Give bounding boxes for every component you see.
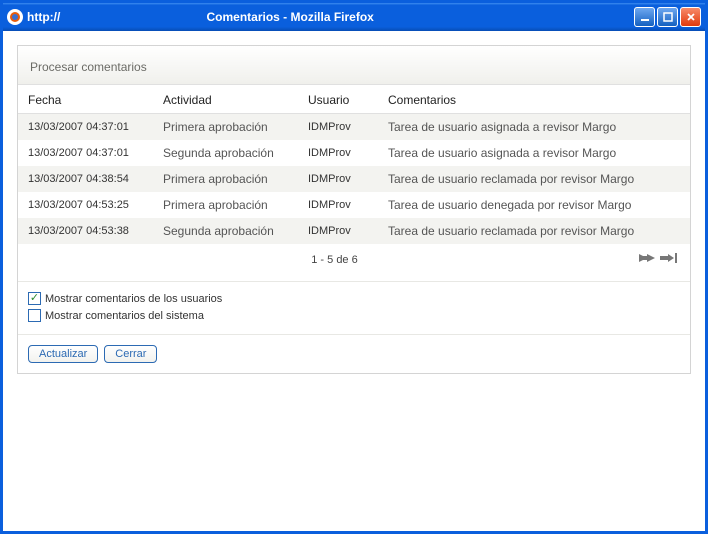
panel-title: Procesar comentarios (18, 46, 690, 85)
table-row: 13/03/2007 04:53:38Segunda aprobaciónIDM… (18, 218, 690, 244)
cell-usuario: IDMProv (298, 114, 378, 141)
window-controls (634, 7, 701, 27)
next-page-icon[interactable] (639, 252, 655, 267)
check-system-comments-row: Mostrar comentarios del sistema (28, 309, 680, 322)
pager-text: 1 - 5 de 6 (30, 254, 639, 266)
browser-window: http:// Comentarios - Mozilla Firefox Pr… (0, 0, 708, 534)
cell-fecha: 13/03/2007 04:37:01 (18, 114, 153, 141)
cell-comentario: Tarea de usuario reclamada por revisor M… (378, 166, 690, 192)
maximize-button[interactable] (657, 7, 678, 27)
cell-fecha: 13/03/2007 04:53:38 (18, 218, 153, 244)
minimize-button[interactable] (634, 7, 655, 27)
client-area: Procesar comentarios Fecha Actividad Usu… (3, 31, 705, 531)
cell-usuario: IDMProv (298, 140, 378, 166)
action-buttons: Actualizar Cerrar (18, 335, 690, 373)
cell-comentario: Tarea de usuario asignada a revisor Marg… (378, 114, 690, 141)
cell-comentario: Tarea de usuario denegada por revisor Ma… (378, 192, 690, 218)
close-button[interactable] (680, 7, 701, 27)
cell-actividad: Segunda aprobación (153, 218, 298, 244)
column-header-fecha: Fecha (18, 85, 153, 114)
column-header-comentarios: Comentarios (378, 85, 690, 114)
pager: 1 - 5 de 6 (18, 244, 690, 282)
table-row: 13/03/2007 04:37:01Primera aprobaciónIDM… (18, 114, 690, 141)
check-system-comments[interactable] (28, 309, 41, 322)
comments-table: Fecha Actividad Usuario Comentarios 13/0… (18, 85, 690, 244)
cell-actividad: Primera aprobación (153, 166, 298, 192)
cell-fecha: 13/03/2007 04:38:54 (18, 166, 153, 192)
cell-actividad: Primera aprobación (153, 114, 298, 141)
cell-usuario: IDMProv (298, 218, 378, 244)
cell-actividad: Primera aprobación (153, 192, 298, 218)
table-row: 13/03/2007 04:53:25Primera aprobaciónIDM… (18, 192, 690, 218)
titlebar-url: http:// (27, 10, 60, 24)
last-page-icon[interactable] (660, 252, 678, 267)
window-title: Comentarios - Mozilla Firefox (66, 10, 634, 24)
filter-checks: Mostrar comentarios de los usuarios Most… (18, 282, 690, 335)
cell-fecha: 13/03/2007 04:53:25 (18, 192, 153, 218)
cell-usuario: IDMProv (298, 166, 378, 192)
check-user-comments[interactable] (28, 292, 41, 305)
comments-panel: Procesar comentarios Fecha Actividad Usu… (17, 45, 691, 374)
check-system-comments-label: Mostrar comentarios del sistema (45, 310, 204, 322)
check-user-comments-row: Mostrar comentarios de los usuarios (28, 292, 680, 305)
cell-actividad: Segunda aprobación (153, 140, 298, 166)
cell-comentario: Tarea de usuario asignada a revisor Marg… (378, 140, 690, 166)
table-row: 13/03/2007 04:38:54Primera aprobaciónIDM… (18, 166, 690, 192)
column-header-usuario: Usuario (298, 85, 378, 114)
comments-tbody: 13/03/2007 04:37:01Primera aprobaciónIDM… (18, 114, 690, 245)
refresh-button[interactable]: Actualizar (28, 345, 98, 363)
cell-usuario: IDMProv (298, 192, 378, 218)
column-header-actividad: Actividad (153, 85, 298, 114)
titlebar: http:// Comentarios - Mozilla Firefox (3, 3, 705, 31)
check-user-comments-label: Mostrar comentarios de los usuarios (45, 293, 222, 305)
cell-fecha: 13/03/2007 04:37:01 (18, 140, 153, 166)
cell-comentario: Tarea de usuario reclamada por revisor M… (378, 218, 690, 244)
pager-arrows (639, 252, 678, 267)
firefox-icon (7, 9, 23, 25)
close-panel-button[interactable]: Cerrar (104, 345, 157, 363)
table-row: 13/03/2007 04:37:01Segunda aprobaciónIDM… (18, 140, 690, 166)
